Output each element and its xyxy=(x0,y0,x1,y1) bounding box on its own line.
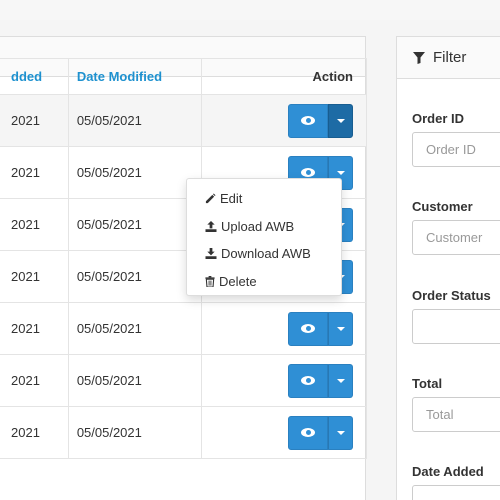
action-dropdown-menu: Edit Upload AWB Download AWB Delete xyxy=(186,178,342,296)
date-added-input[interactable] xyxy=(412,485,500,500)
date-modified-cell: 05/05/2021 xyxy=(67,302,202,355)
filter-icon xyxy=(413,51,425,64)
menu-item-label: Edit xyxy=(220,191,243,207)
total-label: Total xyxy=(412,376,443,391)
date-modified-cell: 05/05/2021 xyxy=(67,250,202,303)
action-dropdown-toggle[interactable] xyxy=(328,103,353,138)
action-cell xyxy=(200,94,368,147)
order-status-select[interactable] xyxy=(412,309,500,344)
view-button[interactable] xyxy=(288,363,328,398)
table-row: 2021 05/05/2021 xyxy=(0,94,368,147)
view-button[interactable] xyxy=(288,311,328,346)
date-modified-cell: 05/05/2021 xyxy=(67,146,202,199)
date-added-cell: 2021 xyxy=(0,302,69,355)
action-cell xyxy=(200,406,368,459)
view-button[interactable] xyxy=(288,415,328,450)
order-status-label: Order Status xyxy=(412,288,491,303)
table-row: 2021 05/05/2021 xyxy=(0,302,368,355)
date-modified-cell: 05/05/2021 xyxy=(67,354,202,407)
sort-date-modified-link[interactable]: Date Modified xyxy=(77,69,162,84)
caret-down-icon xyxy=(336,378,345,383)
date-modified-cell: 05/05/2021 xyxy=(67,406,202,459)
date-added-filter-label: Date Added xyxy=(412,464,484,479)
eye-icon xyxy=(301,376,315,385)
date-added-cell: 2021 xyxy=(0,406,69,459)
action-dropdown-toggle[interactable] xyxy=(328,415,353,450)
total-input[interactable] xyxy=(412,397,500,432)
order-id-input[interactable] xyxy=(412,132,500,167)
eye-icon xyxy=(301,428,315,437)
caret-down-icon xyxy=(336,118,345,123)
menu-item-label: Delete xyxy=(219,273,257,289)
trash-icon xyxy=(205,275,215,287)
eye-icon xyxy=(301,324,315,333)
top-bar xyxy=(0,0,500,20)
eye-icon xyxy=(301,116,315,125)
action-button-group xyxy=(288,415,353,450)
filter-panel-header: Filter xyxy=(397,37,500,79)
upload-icon xyxy=(205,220,217,232)
date-added-cell: 2021 xyxy=(0,250,69,303)
date-added-header[interactable]: dded xyxy=(0,58,69,95)
caret-down-icon xyxy=(336,430,345,435)
action-button-group xyxy=(288,103,353,138)
action-header: Action xyxy=(200,58,368,95)
sort-date-added-link[interactable]: dded xyxy=(11,69,42,84)
action-dropdown-toggle[interactable] xyxy=(328,311,353,346)
date-modified-header[interactable]: Date Modified xyxy=(67,58,202,95)
eye-icon xyxy=(301,168,315,177)
menu-item-label: Download AWB xyxy=(221,246,311,262)
date-added-cell: 2021 xyxy=(0,198,69,251)
table-row: 2021 05/05/2021 xyxy=(0,406,368,459)
order-id-label: Order ID xyxy=(412,111,465,126)
customer-label: Customer xyxy=(412,199,473,214)
action-button-group xyxy=(288,311,353,346)
view-button[interactable] xyxy=(288,103,328,138)
table-row: 2021 05/05/2021 xyxy=(0,354,368,407)
menu-item-label: Upload AWB xyxy=(221,218,295,234)
action-cell xyxy=(200,354,368,407)
caret-down-icon xyxy=(336,170,345,175)
date-added-cell: 2021 xyxy=(0,94,69,147)
date-modified-cell: 05/05/2021 xyxy=(67,198,202,251)
action-dropdown-toggle[interactable] xyxy=(328,363,353,398)
pencil-icon xyxy=(205,193,216,204)
menu-item-upload-awb[interactable]: Upload AWB xyxy=(187,213,341,241)
caret-down-icon xyxy=(336,326,345,331)
filter-title: Filter xyxy=(433,49,467,66)
menu-item-edit[interactable]: Edit xyxy=(187,185,341,213)
filter-panel: Filter Order ID Customer Order Status To… xyxy=(396,36,500,500)
menu-item-download-awb[interactable]: Download AWB xyxy=(187,240,341,268)
date-added-cell: 2021 xyxy=(0,354,69,407)
date-modified-cell: 05/05/2021 xyxy=(67,94,202,147)
menu-item-delete[interactable]: Delete xyxy=(187,268,341,296)
date-added-cell: 2021 xyxy=(0,146,69,199)
action-cell xyxy=(200,302,368,355)
table-header-row: dded Date Modified Action xyxy=(0,58,368,95)
customer-input[interactable] xyxy=(412,220,500,255)
action-button-group xyxy=(288,363,353,398)
download-icon xyxy=(205,248,217,260)
